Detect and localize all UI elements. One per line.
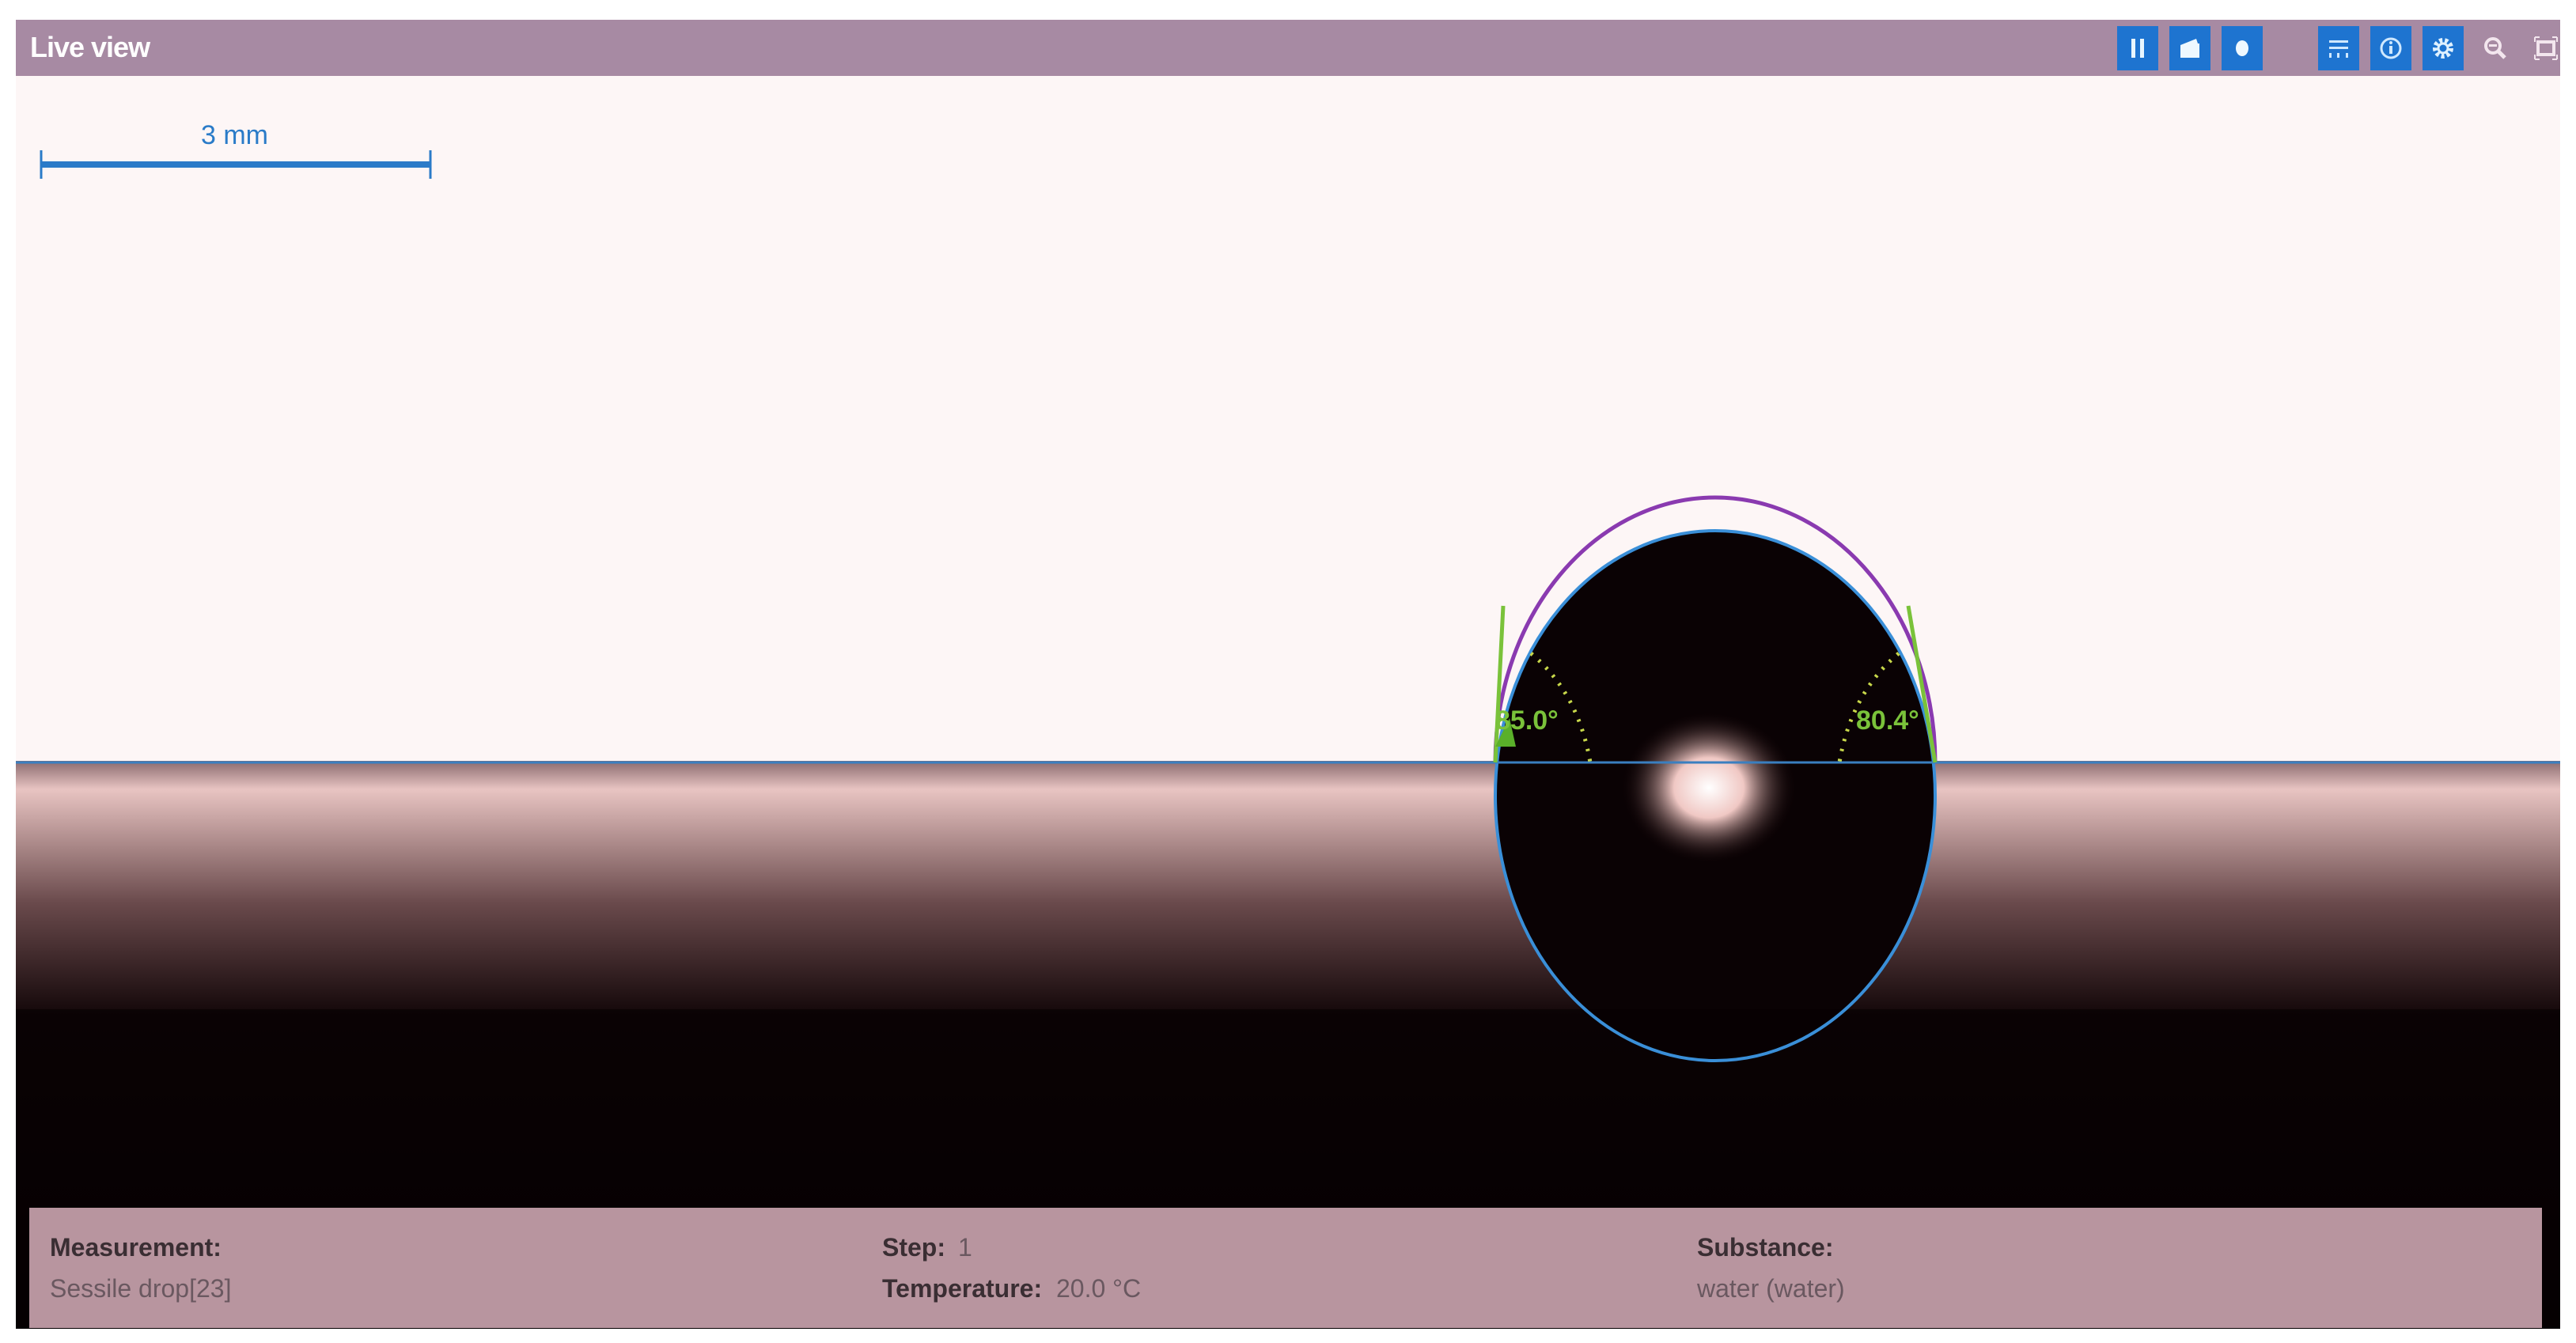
record-icon <box>2236 40 2248 56</box>
open-button[interactable] <box>2169 26 2210 70</box>
step-label: Step: <box>882 1233 945 1262</box>
info-icon <box>2380 37 2402 59</box>
temperature-value: 20.0 °C <box>1056 1274 1142 1303</box>
title-bar: Live view <box>16 20 2560 76</box>
right-contact-angle: 80.4° <box>1856 706 1919 736</box>
record-button[interactable] <box>2222 26 2263 70</box>
step-value: 1 <box>958 1233 972 1262</box>
temperature-label: Temperature: <box>882 1274 1043 1303</box>
settings-button[interactable] <box>2423 26 2464 70</box>
substance-label: Substance: <box>1697 1233 1834 1262</box>
gear-icon <box>2433 38 2453 59</box>
pause-button[interactable] <box>2117 26 2158 70</box>
info-panel: Measurement: Sessile drop[23] Step: 1 Te… <box>29 1208 2542 1328</box>
measurement-label: Measurement: <box>50 1233 222 1262</box>
info-button[interactable] <box>2370 26 2411 70</box>
window-title: Live view <box>30 31 150 63</box>
baseline-icon <box>2329 40 2348 58</box>
fit-button[interactable] <box>2525 26 2567 70</box>
fit-screen-icon <box>2534 36 2558 60</box>
reflection-glow <box>1622 713 1796 863</box>
substance-value: water (water) <box>1697 1274 1845 1303</box>
left-contact-angle: 85.0° <box>1495 706 1559 736</box>
baseline-button[interactable] <box>2318 26 2359 70</box>
zoom-out-icon <box>2484 37 2506 59</box>
measurement-value: Sessile drop[23] <box>50 1274 232 1303</box>
folder-icon <box>2180 39 2199 58</box>
live-image[interactable]: 3 mm 85.0° 80.4° <box>16 76 2560 1329</box>
zoom-button[interactable] <box>2475 26 2516 70</box>
pause-icon <box>2131 39 2144 58</box>
scale-bar-label: 3 mm <box>201 120 268 150</box>
